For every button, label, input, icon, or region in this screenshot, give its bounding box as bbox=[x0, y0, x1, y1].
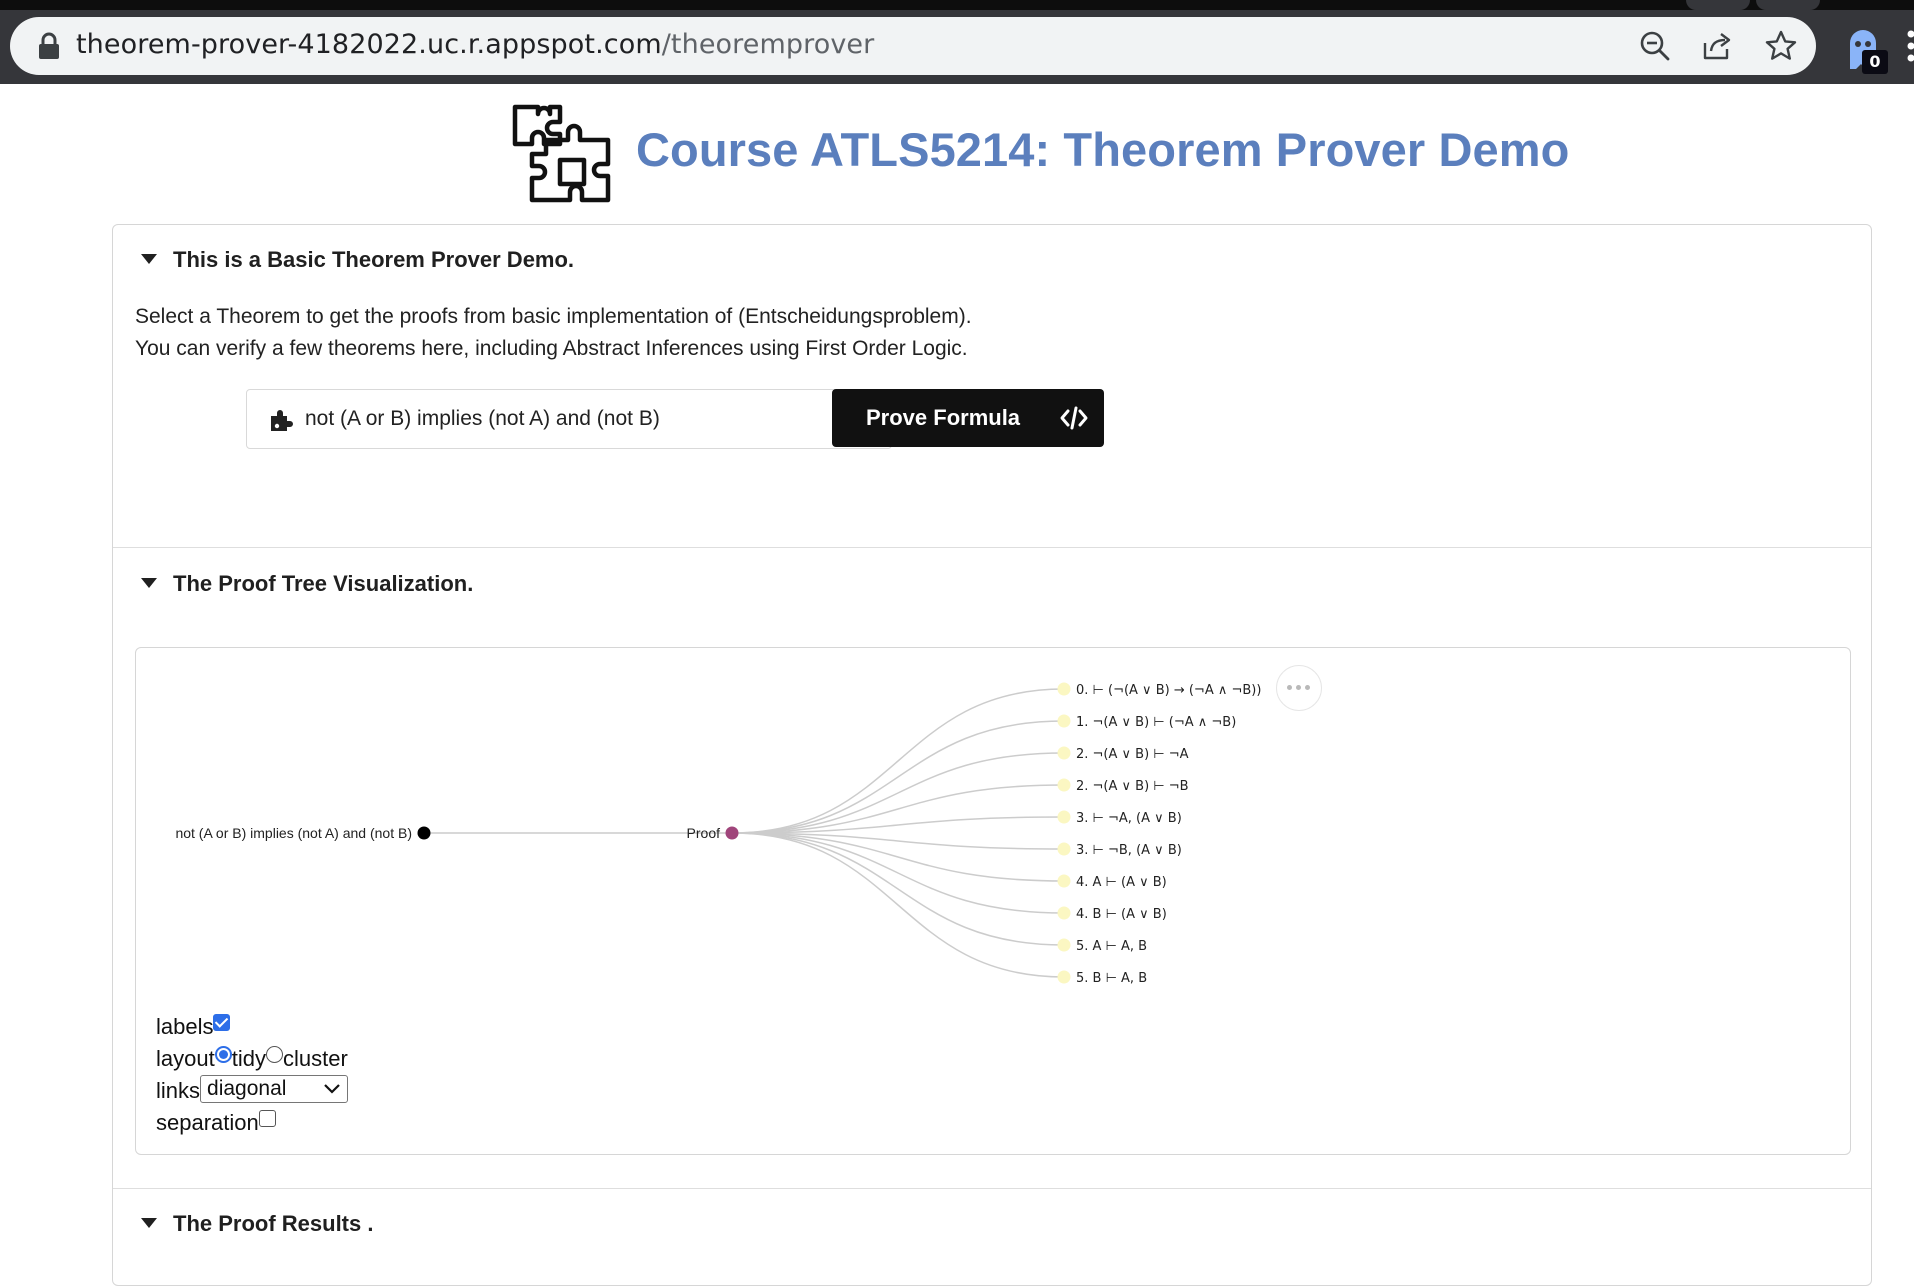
url-text[interactable]: theorem-prover-4182022.uc.r.appspot.com/… bbox=[76, 29, 874, 60]
section-proof-tree-header[interactable]: The Proof Tree Visualization. bbox=[141, 571, 473, 597]
tree-node-leaf-label: 2. ¬(A ∨ B) ⊢ ¬A bbox=[1076, 747, 1189, 762]
tree-link bbox=[732, 833, 1064, 945]
tree-node-leaf[interactable] bbox=[1058, 779, 1071, 792]
section-heading: The Proof Results . bbox=[173, 1211, 373, 1236]
tree-node-proof-label: Proof bbox=[687, 825, 721, 841]
tree-node-leaf-label: 4. B ⊢ (A ∨ B) bbox=[1076, 907, 1167, 922]
proof-tree-graph: not (A or B) implies (not A) and (not B)… bbox=[136, 648, 1850, 1154]
tree-node-leaf[interactable] bbox=[1058, 939, 1071, 952]
labels-control: labels bbox=[156, 1012, 230, 1042]
caret-down-icon bbox=[141, 578, 157, 588]
menu-dots-icon[interactable] bbox=[1905, 28, 1914, 64]
section-divider bbox=[113, 1188, 1871, 1189]
extension-badge: 0 bbox=[1862, 50, 1888, 74]
tree-link bbox=[732, 753, 1064, 833]
tree-node-leaf[interactable] bbox=[1058, 971, 1071, 984]
tree-node-leaf[interactable] bbox=[1058, 907, 1071, 920]
tree-node-leaf-label: 5. A ⊢ A, B bbox=[1076, 939, 1147, 954]
layout-label: layout bbox=[156, 1046, 215, 1071]
section-heading: The Proof Tree Visualization. bbox=[173, 571, 473, 596]
labels-label: labels bbox=[156, 1014, 213, 1039]
formula-input[interactable] bbox=[305, 390, 865, 448]
tree-link bbox=[732, 721, 1064, 833]
formula-field[interactable] bbox=[246, 389, 892, 449]
tree-node-leaf-label: 3. ⊢ ¬A, (A ∨ B) bbox=[1076, 811, 1182, 826]
zoom-out-icon[interactable] bbox=[1638, 29, 1672, 63]
links-select[interactable]: diagonal bbox=[200, 1075, 348, 1103]
url-path: /theoremprover bbox=[662, 29, 875, 60]
separation-label: separation bbox=[156, 1110, 259, 1135]
prove-formula-label: Prove Formula bbox=[866, 405, 1020, 431]
tree-link bbox=[732, 689, 1064, 833]
links-control: links diagonal bbox=[156, 1076, 348, 1106]
tree-link bbox=[732, 833, 1064, 913]
dot bbox=[1287, 685, 1292, 690]
layout-cluster-label[interactable]: cluster bbox=[283, 1046, 348, 1071]
section-proof-results-header[interactable]: The Proof Results . bbox=[141, 1211, 373, 1237]
tree-node-leaf[interactable] bbox=[1058, 875, 1071, 888]
address-bar[interactable]: theorem-prover-4182022.uc.r.appspot.com/… bbox=[10, 17, 1816, 75]
tree-node-root-label: not (A or B) implies (not A) and (not B) bbox=[175, 825, 412, 841]
description-line-2: You can verify a few theorems here, incl… bbox=[135, 337, 968, 361]
separation-checkbox[interactable] bbox=[259, 1110, 276, 1127]
tab-strip bbox=[0, 0, 1914, 10]
layout-cluster-radio[interactable] bbox=[266, 1046, 283, 1063]
description-line-1: Select a Theorem to get the proofs from … bbox=[135, 305, 972, 329]
url-host: theorem-prover-4182022.uc.r.appspot.com bbox=[76, 29, 662, 60]
caret-down-icon bbox=[141, 1218, 157, 1228]
browser-toolbar: theorem-prover-4182022.uc.r.appspot.com/… bbox=[0, 0, 1914, 84]
bookmark-star-icon[interactable] bbox=[1764, 29, 1798, 63]
caret-down-icon bbox=[141, 254, 157, 264]
lock-icon[interactable] bbox=[36, 32, 62, 60]
tree-link bbox=[732, 833, 1064, 977]
share-icon[interactable] bbox=[1700, 29, 1734, 63]
page-header: Course ATLS5214: Theorem Prover Demo bbox=[0, 104, 1914, 204]
tree-node-leaf[interactable] bbox=[1058, 683, 1071, 696]
tab-edge bbox=[1756, 0, 1820, 10]
more-options-button[interactable] bbox=[1276, 665, 1322, 711]
dot bbox=[1296, 685, 1301, 690]
layout-control: layout tidy cluster bbox=[156, 1044, 348, 1074]
layout-tidy-radio[interactable] bbox=[215, 1046, 232, 1063]
tab-edge bbox=[1686, 0, 1750, 10]
tree-node-leaf[interactable] bbox=[1058, 843, 1071, 856]
prove-formula-button[interactable]: Prove Formula bbox=[832, 389, 1104, 447]
tree-nodes: not (A or B) implies (not A) and (not B)… bbox=[175, 683, 1261, 987]
puzzle-piece-icon bbox=[269, 408, 295, 432]
code-icon bbox=[1060, 406, 1088, 430]
dot bbox=[1305, 685, 1310, 690]
layout-tidy-label[interactable]: tidy bbox=[232, 1046, 266, 1071]
tree-node-leaf[interactable] bbox=[1058, 715, 1071, 728]
links-selected-value: diagonal bbox=[207, 1077, 286, 1100]
section-theorem-demo-header[interactable]: This is a Basic Theorem Prover Demo. bbox=[141, 247, 574, 273]
page-title: Course ATLS5214: Theorem Prover Demo bbox=[636, 122, 1569, 177]
tree-node-proof[interactable] bbox=[726, 827, 739, 840]
tree-node-leaf[interactable] bbox=[1058, 747, 1071, 760]
tree-links bbox=[424, 689, 1064, 977]
tree-node-leaf-label: 2. ¬(A ∨ B) ⊢ ¬B bbox=[1076, 779, 1189, 794]
section-divider bbox=[113, 547, 1871, 548]
puzzle-pieces-icon bbox=[512, 104, 612, 204]
section-heading: This is a Basic Theorem Prover Demo. bbox=[173, 247, 574, 272]
tree-node-leaf[interactable] bbox=[1058, 811, 1071, 824]
labels-checkbox[interactable] bbox=[213, 1014, 230, 1031]
main-card: This is a Basic Theorem Prover Demo. Sel… bbox=[112, 224, 1872, 1286]
chevron-down-icon bbox=[323, 1082, 341, 1096]
separation-control: separation bbox=[156, 1108, 276, 1138]
proof-tree-visualization: not (A or B) implies (not A) and (not B)… bbox=[135, 647, 1851, 1155]
links-label: links bbox=[156, 1078, 200, 1103]
tree-node-leaf-label: 3. ⊢ ¬B, (A ∨ B) bbox=[1076, 843, 1182, 858]
tree-node-leaf-label: 1. ¬(A ∨ B) ⊢ (¬A ∧ ¬B) bbox=[1076, 715, 1236, 730]
tree-node-leaf-label: 4. A ⊢ (A ∨ B) bbox=[1076, 875, 1167, 890]
tree-node-root[interactable] bbox=[418, 827, 431, 840]
tree-node-leaf-label: 5. B ⊢ A, B bbox=[1076, 971, 1147, 986]
tree-node-leaf-label: 0. ⊢ (¬(A ∨ B) → (¬A ∧ ¬B)) bbox=[1076, 683, 1261, 698]
